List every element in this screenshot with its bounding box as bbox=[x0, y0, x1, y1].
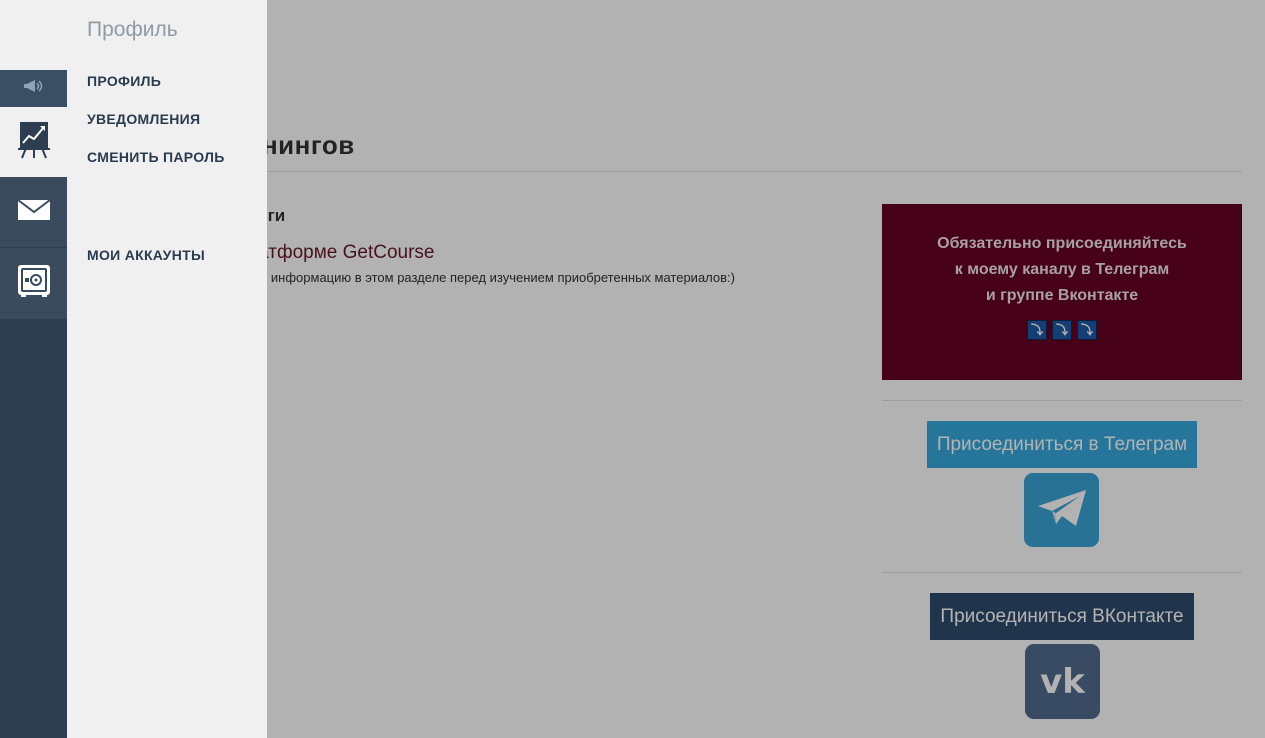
menu-item-profile[interactable]: ПРОФИЛЬ bbox=[87, 73, 161, 89]
telegram-plane-icon bbox=[1036, 488, 1088, 533]
telegram-logo-link[interactable] bbox=[1024, 473, 1099, 547]
arrow-down-icon: ⤵ bbox=[1027, 320, 1047, 340]
arrow-down-icon: ⤵ bbox=[1052, 320, 1072, 340]
rail-messages-button[interactable] bbox=[0, 177, 67, 248]
menu-item-notifications[interactable]: УВЕДОМЛЕНИЯ bbox=[87, 111, 200, 127]
training-link[interactable]: латформе GetCourse bbox=[247, 242, 435, 264]
rail-top-spacer bbox=[0, 0, 67, 70]
arrow-down-icon: ⤵ bbox=[1077, 320, 1097, 340]
promo-arrows: ⤵ ⤵ ⤵ bbox=[882, 320, 1242, 340]
rail-trainings-button[interactable] bbox=[0, 107, 67, 177]
rail-notifications-button[interactable] bbox=[0, 70, 67, 107]
training-description: ите информацию в этом разделе перед изуч… bbox=[247, 270, 735, 285]
menu-item-change-password[interactable]: СМЕНИТЬ ПАРОЛЬ bbox=[87, 149, 225, 165]
megaphone-icon bbox=[23, 79, 45, 98]
divider bbox=[882, 400, 1242, 401]
panel-title: Профиль bbox=[87, 18, 178, 41]
promo-line-1: Обязательно присоединяйтесь bbox=[937, 235, 1187, 252]
promo-line-2: к моему каналу в Телеграм bbox=[954, 261, 1170, 278]
mail-icon bbox=[16, 198, 51, 226]
divider bbox=[882, 572, 1242, 573]
promo-banner: Обязательно присоединяйтесь к моему кана… bbox=[882, 204, 1242, 380]
promo-line-3: и группе Вконтакте bbox=[985, 287, 1139, 304]
join-telegram-button[interactable]: Присоединиться в Телеграм bbox=[927, 421, 1197, 468]
left-icon-rail bbox=[0, 0, 67, 738]
safe-icon bbox=[17, 264, 51, 303]
profile-menu-panel: Профиль ПРОФИЛЬ УВЕДОМЛЕНИЯ СМЕНИТЬ ПАРО… bbox=[67, 0, 267, 738]
rail-purchases-button[interactable] bbox=[0, 248, 67, 319]
vk-logo-icon: vk bbox=[1040, 661, 1085, 702]
chart-board-icon bbox=[17, 120, 50, 165]
vk-logo-link[interactable]: vk bbox=[1025, 644, 1100, 719]
join-vk-button[interactable]: Присоединиться ВКонтакте bbox=[930, 593, 1194, 640]
menu-item-my-accounts[interactable]: МОИ АККАУНТЫ bbox=[87, 247, 205, 263]
